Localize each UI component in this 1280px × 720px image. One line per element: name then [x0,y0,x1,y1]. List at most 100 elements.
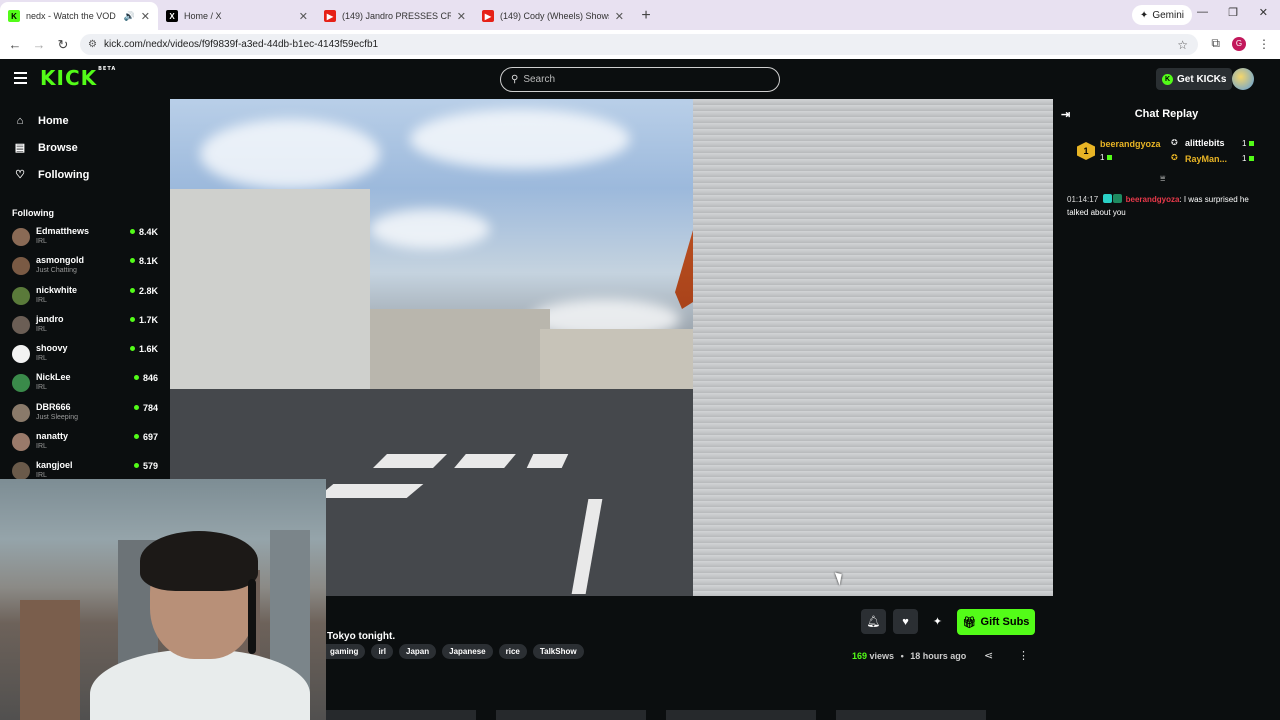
channel-category: Just Chatting [36,267,77,275]
browser-tab-youtube-2[interactable]: ▶ (149) Cody (Wheels) Shows Sha ✕ [474,2,632,30]
heart-icon: ♡ [15,169,25,181]
tag-chip[interactable]: Japanese [442,644,493,659]
gift-subs-button[interactable]: 🎁︎ Gift Subs [957,609,1035,635]
following-item[interactable]: Edmatthews IRL 8.4K [0,224,170,253]
viewer-count: 846 [134,373,158,383]
view-stats: 169 views • 18 hours ago [852,651,966,661]
gifter-badge-icon [1113,194,1123,203]
share-icon[interactable]: ⋖ [984,649,993,662]
clip-button[interactable]: ✦ [925,609,950,634]
forward-icon[interactable]: → [27,37,51,52]
maximize-icon[interactable]: ❐ [1228,6,1238,19]
user-avatar[interactable] [1232,68,1254,90]
viewer-count: 697 [134,432,158,442]
following-item[interactable]: DBR666 Just Sleeping 784 [0,400,170,429]
tag-chip[interactable]: gaming [326,644,366,659]
search-icon: ⚲ [511,74,519,85]
close-tab-icon[interactable]: ✕ [457,10,466,23]
video-thumbnail[interactable] [666,710,816,720]
following-item[interactable]: jandro IRL 1.7K [0,312,170,341]
sidebar-item-label: Home [38,114,69,127]
gift-subs-label: Gift Subs [980,616,1030,628]
following-item[interactable]: nickwhite IRL 2.8K [0,283,170,312]
streamer-hair [140,531,258,591]
hamburger-menu-icon[interactable] [14,72,27,87]
gift-icon: ✪ [1171,153,1178,162]
leader-count: 1 [1242,139,1254,148]
tag-chip[interactable]: TalkShow [532,644,584,659]
profile-avatar[interactable]: G [1232,36,1246,51]
filter-icon[interactable]: ⩸ [1160,173,1165,184]
url-field[interactable]: ⚙ kick.com/nedx/videos/f9f9839f-a3ed-44d… [80,34,1198,55]
following-list: Edmatthews IRL 8.4K asmongold Just Chatting 8… [0,224,170,479]
browser-tab-youtube-1[interactable]: ▶ (149) Jandro PRESSES CREEPY ✕ [316,2,474,30]
chat-title: Chat Replay [1134,108,1199,120]
tag-chip[interactable]: irl [371,644,394,659]
bookmark-star-icon[interactable]: ☆ [1177,38,1188,52]
speaker-icon[interactable]: 🔊 [124,11,135,22]
close-tab-icon[interactable]: ✕ [615,10,624,23]
avatar [12,345,30,364]
close-tab-icon[interactable]: ✕ [299,10,308,23]
channel-category: IRL [36,325,47,333]
extensions-icon[interactable]: ⧉ [1211,36,1220,51]
channel-category: IRL [36,296,47,304]
follow-button[interactable]: ♥ [893,609,918,634]
get-kicks-button[interactable]: K Get KICKs [1156,68,1233,90]
following-item[interactable]: NickLee IRL 846 [0,370,170,399]
message-username[interactable]: beerandgyoza [1126,195,1180,204]
beta-badge: BETA [98,66,117,72]
avatar [12,257,30,276]
sidebar-item-following[interactable]: ♡ Following [0,161,170,188]
leader-name[interactable]: RayMan... [1185,154,1227,164]
collapse-chat-icon[interactable]: ⇥ [1061,108,1070,121]
sidebar-item-label: Following [38,168,90,181]
search-input[interactable]: ⚲ Search [500,67,780,92]
posted-time: 18 hours ago [910,651,967,661]
gemini-button[interactable]: ✦ Gemini [1131,5,1192,25]
following-item[interactable]: shoovy IRL 1.6K [0,341,170,370]
viewer-count: 8.1K [130,256,158,266]
sidebar-item-browse[interactable]: ▤ Browse [0,134,170,161]
close-tab-icon[interactable]: ✕ [141,10,150,23]
leader-name[interactable]: alittlebits [1185,138,1225,148]
chat-header: ⇥ Chat Replay [1053,99,1280,129]
minimize-icon[interactable]: — [1197,6,1208,18]
sidebar-item-home[interactable]: ⌂ Home [0,107,170,134]
kick-logo[interactable]: KICKBETA [40,66,116,90]
new-tab-button[interactable]: + [632,2,660,30]
kick-icon: K [8,10,20,22]
browser-tab-x[interactable]: X Home / X ✕ [158,2,316,30]
site-info-icon[interactable]: ⚙ [88,39,97,50]
leader-count: 1 [1100,153,1112,162]
channel-category: IRL [36,384,47,392]
reload-icon[interactable]: ↻ [51,37,75,53]
youtube-icon: ▶ [482,10,494,22]
following-item[interactable]: asmongold Just Chatting 8.1K [0,253,170,282]
leader-name[interactable]: beerandgyoza [1100,139,1161,149]
chat-message: 01:14:17 beerandgyoza: I was surprised h… [1067,193,1267,219]
menu-dots-icon[interactable]: ⋮ [1258,37,1270,51]
following-heading: Following [12,208,54,218]
search-placeholder: Search [523,74,556,85]
notify-bell-button[interactable]: 🔔︎ [861,609,886,634]
tag-chip[interactable]: rice [498,644,527,659]
video-thumbnail[interactable] [326,710,476,720]
back-icon[interactable]: ← [3,37,27,52]
following-item[interactable]: kangjoel IRL 579 [0,458,170,479]
following-item[interactable]: nanatty IRL 697 [0,429,170,458]
channel-category: IRL [36,355,47,363]
views-label: views [869,651,895,661]
channel-category: IRL [36,443,47,451]
more-options-icon[interactable]: ⋮ [1018,649,1029,662]
browser-tab-kick[interactable]: K nedx - Watch the VOD on K 🔊 ✕ [0,2,158,30]
avatar [12,228,30,246]
crosswalk-stripe [316,484,424,498]
tag-chip[interactable]: Japan [399,644,437,659]
close-window-icon[interactable]: ✕ [1259,6,1268,19]
headset-mic [248,579,256,654]
gift-icon: 🎁︎ [962,616,977,629]
video-thumbnail[interactable] [496,710,646,720]
video-thumbnail[interactable] [836,710,986,720]
avatar [12,315,30,334]
